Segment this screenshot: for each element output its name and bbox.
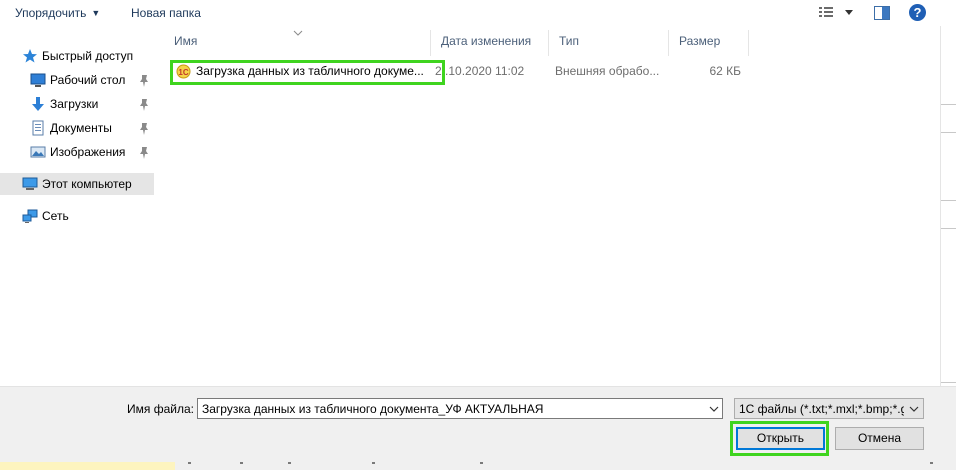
- file-name-value: Загрузка данных из табличного документа_…: [202, 402, 544, 416]
- divider: [188, 462, 191, 464]
- column-header-size[interactable]: Размер: [668, 30, 748, 56]
- nav-item-label: Сеть: [42, 209, 69, 223]
- chevron-down-icon: [909, 403, 919, 413]
- star-icon: [22, 48, 38, 64]
- divider: [941, 200, 956, 201]
- nav-item-label: Этот компьютер: [42, 177, 132, 191]
- nav-item-downloads[interactable]: Загрузки: [0, 93, 154, 115]
- bottom-pane: Имя файла: Загрузка данных из табличного…: [0, 386, 956, 470]
- background-taskbar-strip: [0, 462, 956, 470]
- column-header-name[interactable]: Имя: [164, 30, 430, 56]
- svg-text:?: ?: [914, 5, 922, 20]
- divider: [941, 132, 956, 133]
- background-panel: [0, 462, 175, 470]
- right-edge-strip: [940, 26, 956, 386]
- divider: [930, 462, 933, 464]
- nav-item-label: Документы: [50, 121, 112, 135]
- nav-item-documents[interactable]: Документы: [0, 117, 154, 139]
- file-list: Имя Дата изменения Тип Размер 1С Загрузк…: [164, 26, 940, 386]
- pin-icon[interactable]: [138, 145, 150, 159]
- nav-item-pictures[interactable]: Изображения: [0, 141, 154, 163]
- divider: [480, 462, 483, 464]
- divider: [372, 462, 375, 464]
- download-icon: [30, 96, 46, 112]
- column-header-divider: [748, 30, 759, 56]
- help-icon: ?: [909, 4, 926, 21]
- divider: [240, 462, 243, 464]
- navigation-pane: Быстрый доступ Рабочий стол Загрузки Док…: [0, 26, 164, 386]
- preview-pane-button[interactable]: [872, 4, 892, 22]
- file-type: Внешняя обрабо...: [555, 64, 660, 78]
- nav-item-network[interactable]: Сеть: [0, 205, 154, 227]
- file-size: 62 КБ: [709, 64, 741, 78]
- divider: [941, 382, 956, 383]
- nav-item-label: Изображения: [50, 145, 126, 159]
- nav-item-this-pc[interactable]: Этот компьютер: [0, 173, 154, 195]
- nav-item-desktop[interactable]: Рабочий стол: [0, 69, 154, 91]
- divider: [941, 104, 956, 105]
- organize-label: Упорядочить: [15, 6, 87, 20]
- open-button[interactable]: Открыть: [736, 427, 825, 450]
- file-type-filter-value: 1С файлы (*.txt;*.mxl;*.bmp;*.g: [739, 402, 904, 416]
- file-date: 2..10.2020 11:02: [435, 64, 525, 78]
- pictures-icon: [30, 144, 46, 160]
- nav-item-quick-access[interactable]: Быстрый доступ: [0, 45, 154, 67]
- column-header-date[interactable]: Дата изменения: [430, 30, 548, 56]
- nav-item-label: Быстрый доступ: [42, 49, 134, 63]
- pin-icon[interactable]: [138, 73, 150, 87]
- column-header-type[interactable]: Тип: [548, 30, 668, 56]
- file-name-input[interactable]: Загрузка данных из табличного документа_…: [197, 398, 723, 419]
- details-view-icon: [819, 7, 853, 17]
- divider: [288, 462, 291, 464]
- cancel-button[interactable]: Отмена: [835, 427, 924, 450]
- chevron-down-icon: ▼: [91, 8, 101, 18]
- file-type-filter-select[interactable]: 1С файлы (*.txt;*.mxl;*.bmp;*.g: [734, 398, 924, 419]
- preview-pane-icon: [874, 6, 890, 20]
- organize-button[interactable]: Упорядочить ▼: [15, 5, 100, 21]
- computer-icon: [22, 176, 38, 192]
- network-icon: [22, 208, 38, 224]
- help-button[interactable]: ?: [908, 3, 927, 22]
- pin-icon[interactable]: [138, 97, 150, 111]
- view-options-button[interactable]: [818, 4, 858, 22]
- documents-icon: [30, 120, 46, 136]
- toolbar: Упорядочить ▼ Новая папка ?: [0, 0, 956, 26]
- nav-item-label: Рабочий стол: [50, 73, 126, 87]
- pin-icon[interactable]: [138, 121, 150, 135]
- desktop-icon: [30, 72, 46, 88]
- file-highlight-box: [170, 60, 445, 85]
- chevron-down-icon[interactable]: [709, 403, 719, 413]
- nav-item-label: Загрузки: [50, 97, 99, 111]
- divider: [941, 228, 956, 229]
- new-folder-button[interactable]: Новая папка: [131, 5, 201, 21]
- file-name-label: Имя файла:: [127, 402, 194, 416]
